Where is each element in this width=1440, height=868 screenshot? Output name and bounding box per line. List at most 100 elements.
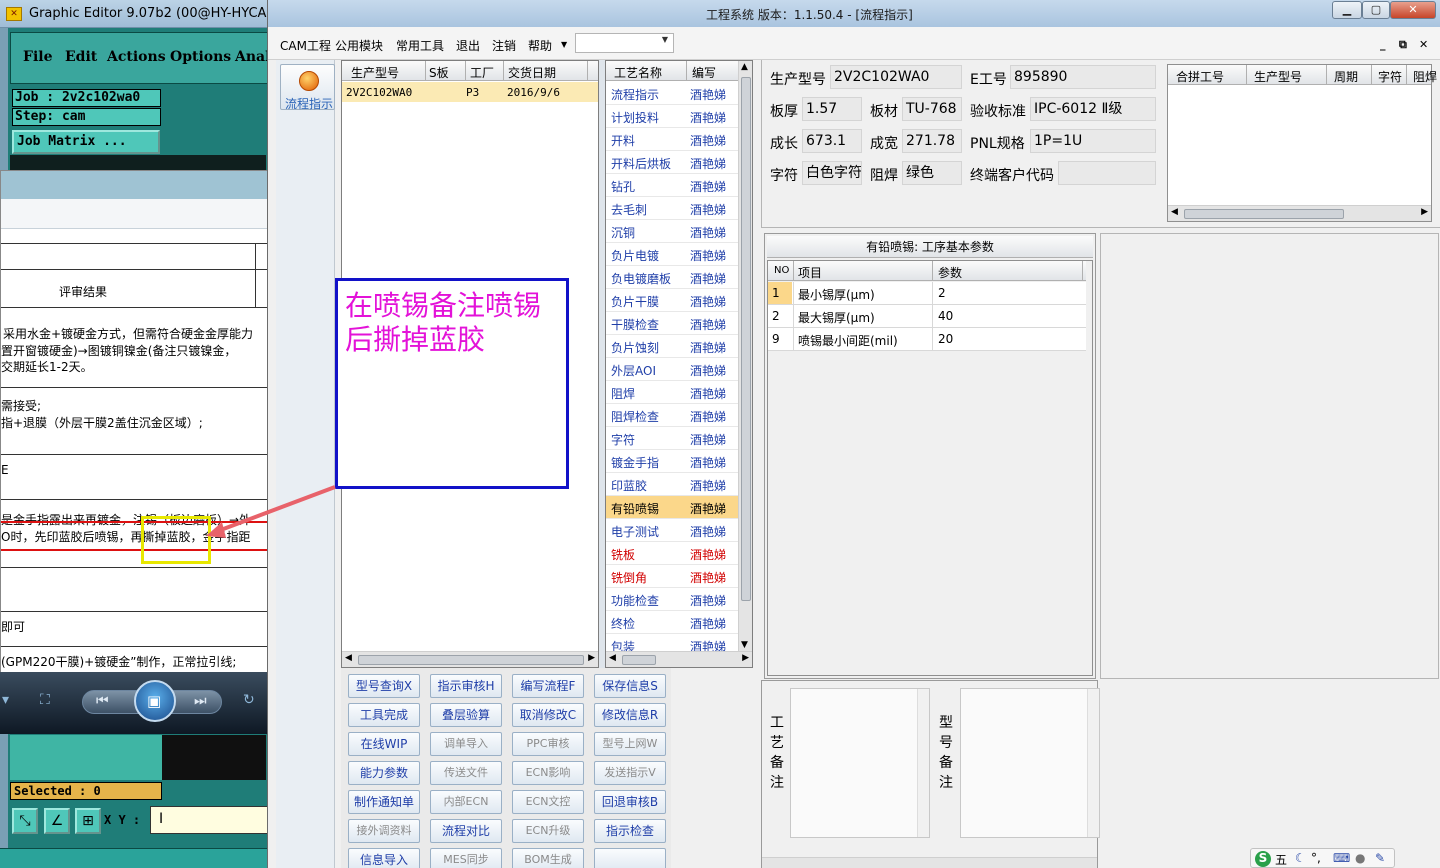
ge-menu-file[interactable]: File: [23, 49, 52, 65]
scroll-left-icon[interactable]: ◀: [609, 653, 616, 663]
action-button[interactable]: 信息导入: [348, 848, 420, 868]
scroll-up-icon[interactable]: ▲: [741, 62, 748, 72]
play-pause-button[interactable]: ▣: [134, 680, 176, 722]
list-item[interactable]: 阻焊 酒艳娣: [606, 381, 738, 404]
field-pnl[interactable]: 1P=1U: [1030, 129, 1156, 153]
ge-xy-input[interactable]: I: [150, 806, 270, 834]
menu-cam-project[interactable]: CAM工程: [280, 37, 331, 54]
repeat-icon[interactable]: ↻: [243, 692, 255, 708]
mdi-close-icon[interactable]: ✕: [1419, 38, 1428, 51]
close-button[interactable]: ✕: [1390, 1, 1436, 19]
col-item[interactable]: 项目: [798, 264, 822, 281]
sogou-icon[interactable]: S: [1255, 851, 1271, 867]
action-button[interactable]: ECN文控: [512, 790, 584, 814]
field-standard[interactable]: IPC-6012 Ⅱ级: [1030, 97, 1156, 121]
mdi-minimize-icon[interactable]: _: [1380, 38, 1386, 51]
user-icon[interactable]: ●: [1355, 851, 1365, 865]
app-titlebar[interactable]: 工程系统 版本：1.1.50.4 - [流程指示] ▁ ▢ ✕: [268, 0, 1440, 27]
action-button[interactable]: ECN影响: [512, 761, 584, 785]
product-list-hscrollbar[interactable]: ◀ ▶: [342, 651, 598, 667]
menu-common-modules[interactable]: 公用模块: [335, 37, 383, 54]
action-button[interactable]: 能力参数: [348, 761, 420, 785]
action-button[interactable]: PPC审核: [512, 732, 584, 756]
col-merge-mask[interactable]: 阻焊: [1413, 68, 1437, 85]
scroll-down-icon[interactable]: ▼: [741, 640, 748, 650]
field-customer[interactable]: [1058, 161, 1156, 185]
ge-grid-tool-icon[interactable]: ⊞: [75, 808, 101, 834]
nav-process-button[interactable]: 流程指示: [280, 64, 335, 111]
list-item[interactable]: 电子测试 酒艳娣: [606, 519, 738, 542]
action-button[interactable]: 叠层验算: [430, 703, 502, 727]
field-length[interactable]: 673.1: [802, 129, 862, 153]
list-item[interactable]: 开料 酒艳娣: [606, 128, 738, 151]
table-row[interactable]: 2 最大锡厚(μm) 40: [768, 305, 1086, 328]
mdi-restore-icon[interactable]: ⧉: [1399, 38, 1407, 52]
field-eno[interactable]: 895890: [1010, 65, 1156, 89]
keyboard-icon[interactable]: ⌨: [1333, 851, 1350, 865]
col-merge-model[interactable]: 生产型号: [1254, 68, 1302, 85]
action-button[interactable]: 内部ECN: [430, 790, 502, 814]
list-item[interactable]: 负片电镀 酒艳娣: [606, 243, 738, 266]
list-item[interactable]: 开料后烘板 酒艳娣: [606, 151, 738, 174]
scroll-right-icon[interactable]: ▶: [1421, 207, 1428, 217]
ge-zoom-tool-icon[interactable]: ⤡: [12, 808, 38, 834]
scroll-thumb[interactable]: [622, 655, 656, 665]
scroll-thumb[interactable]: [1184, 209, 1344, 219]
remark-scrollbar[interactable]: [1087, 689, 1099, 837]
action-button[interactable]: 流程对比: [430, 819, 502, 843]
action-button[interactable]: 调单导入: [430, 732, 502, 756]
dropdown-arrow-icon[interactable]: ▾: [2, 692, 9, 708]
scroll-right-icon[interactable]: ▶: [588, 653, 595, 663]
col-no[interactable]: NO: [774, 265, 789, 276]
list-item[interactable]: 终检 酒艳娣: [606, 611, 738, 634]
action-button[interactable]: 工具完成: [348, 703, 420, 727]
field-mask[interactable]: 绿色: [902, 161, 962, 185]
scroll-thumb[interactable]: [741, 77, 751, 601]
action-button[interactable]: 保存信息S: [594, 674, 666, 698]
next-icon[interactable]: ⏭: [194, 693, 207, 709]
list-item[interactable]: 计划投料 酒艳娣: [606, 105, 738, 128]
fullscreen-icon[interactable]: ⛶: [40, 692, 50, 708]
field-thickness[interactable]: 1.57: [802, 97, 862, 121]
col-writer[interactable]: 编写: [692, 64, 716, 81]
col-merge-legend[interactable]: 字符: [1378, 68, 1402, 85]
col-factory[interactable]: 工厂: [470, 64, 494, 81]
action-button[interactable]: 传送文件: [430, 761, 502, 785]
list-item[interactable]: 印蓝胶 酒艳娣: [606, 473, 738, 496]
process-remark-field[interactable]: [790, 688, 930, 838]
action-button[interactable]: BOM生成: [512, 848, 584, 868]
action-button[interactable]: 指示审核H: [430, 674, 502, 698]
action-button[interactable]: MES同步: [430, 848, 502, 868]
table-row[interactable]: 2V2C102WA0 P3 2016/9/6: [342, 82, 598, 102]
chevron-down-icon[interactable]: ▼: [561, 40, 567, 49]
graphic-editor-titlebar[interactable]: ✕ Graphic Editor 9.07b2 (00@HY-HYCAM-P: [0, 0, 290, 28]
list-item[interactable]: 铣板 酒艳娣: [606, 542, 738, 565]
list-item[interactable]: 钻孔 酒艳娣: [606, 174, 738, 197]
moon-icon[interactable]: ☾: [1295, 851, 1306, 865]
ge-menu-actions[interactable]: Actions: [107, 49, 166, 65]
col-s-board[interactable]: S板: [429, 64, 449, 81]
action-button[interactable]: ECN升级: [512, 819, 584, 843]
ge-menu-options[interactable]: Options: [170, 49, 231, 65]
field-legend[interactable]: 白色字符: [802, 161, 862, 185]
list-item[interactable]: 功能检查 酒艳娣: [606, 588, 738, 611]
list-item[interactable]: 干膜检查 酒艳娣: [606, 312, 738, 335]
process-list-vscrollbar[interactable]: ▲ ▼: [738, 61, 752, 651]
list-item[interactable]: 阻焊检查 酒艳娣: [606, 404, 738, 427]
menu-logout[interactable]: 注销: [492, 37, 516, 54]
col-value[interactable]: 参数: [938, 264, 962, 281]
ge-measure-tool-icon[interactable]: ∠: [44, 808, 70, 834]
menu-help[interactable]: 帮助: [528, 37, 552, 54]
ime-mode[interactable]: 五: [1275, 851, 1287, 868]
remark-scrollbar[interactable]: [917, 689, 929, 837]
list-item[interactable]: 去毛刺 酒艳娣: [606, 197, 738, 220]
col-merge-no[interactable]: 合拼工号: [1176, 68, 1224, 85]
scroll-thumb[interactable]: [358, 655, 584, 665]
table-row[interactable]: 9 喷锡最小间距(mil) 20: [768, 328, 1086, 351]
list-item[interactable]: 镀金手指 酒艳娣: [606, 450, 738, 473]
action-button[interactable]: [594, 848, 666, 868]
process-list-hscrollbar[interactable]: ◀ ▶: [606, 651, 752, 667]
menu-exit[interactable]: 退出: [456, 37, 480, 54]
action-button[interactable]: 制作通知单: [348, 790, 420, 814]
col-model[interactable]: 生产型号: [351, 64, 399, 81]
